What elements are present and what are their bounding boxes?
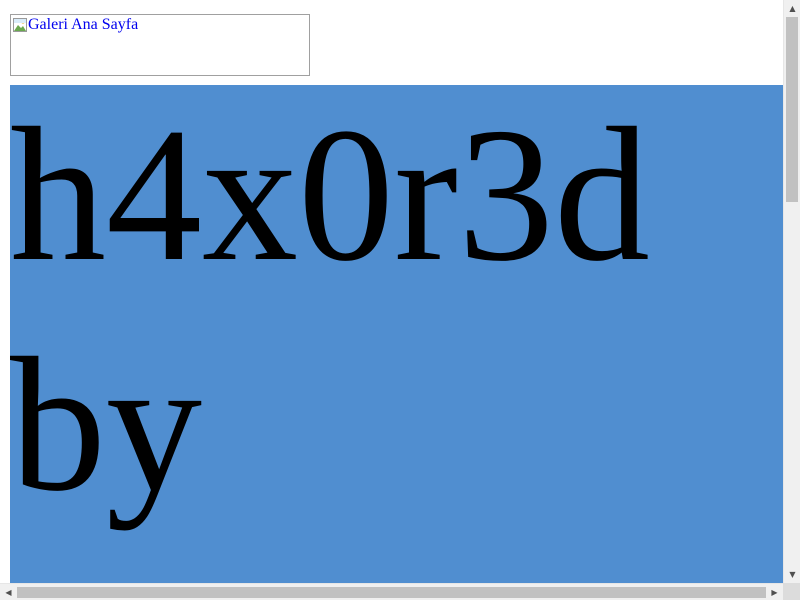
page-viewport: Galeri Ana Sayfa h4x0r3d by (0, 0, 783, 583)
scroll-right-icon[interactable]: ▶ (766, 584, 783, 601)
scrollbar-corner (783, 583, 800, 600)
horizontal-scroll-thumb[interactable] (17, 587, 766, 598)
gallery-home-link[interactable]: Galeri Ana Sayfa (10, 14, 310, 76)
logo-alt-text: Galeri Ana Sayfa (28, 16, 139, 33)
horizontal-scrollbar[interactable]: ◀ ▶ (0, 583, 783, 600)
broken-image-icon (12, 17, 28, 33)
defacement-heading: h4x0r3d by (10, 88, 650, 531)
vertical-scrollbar[interactable]: ▲ ▼ (783, 0, 800, 583)
scroll-up-icon[interactable]: ▲ (784, 0, 800, 17)
defacement-banner: h4x0r3d by (10, 85, 783, 583)
vertical-scroll-thumb[interactable] (786, 17, 798, 202)
scroll-down-icon[interactable]: ▼ (784, 566, 800, 583)
scroll-left-icon[interactable]: ◀ (0, 584, 17, 601)
